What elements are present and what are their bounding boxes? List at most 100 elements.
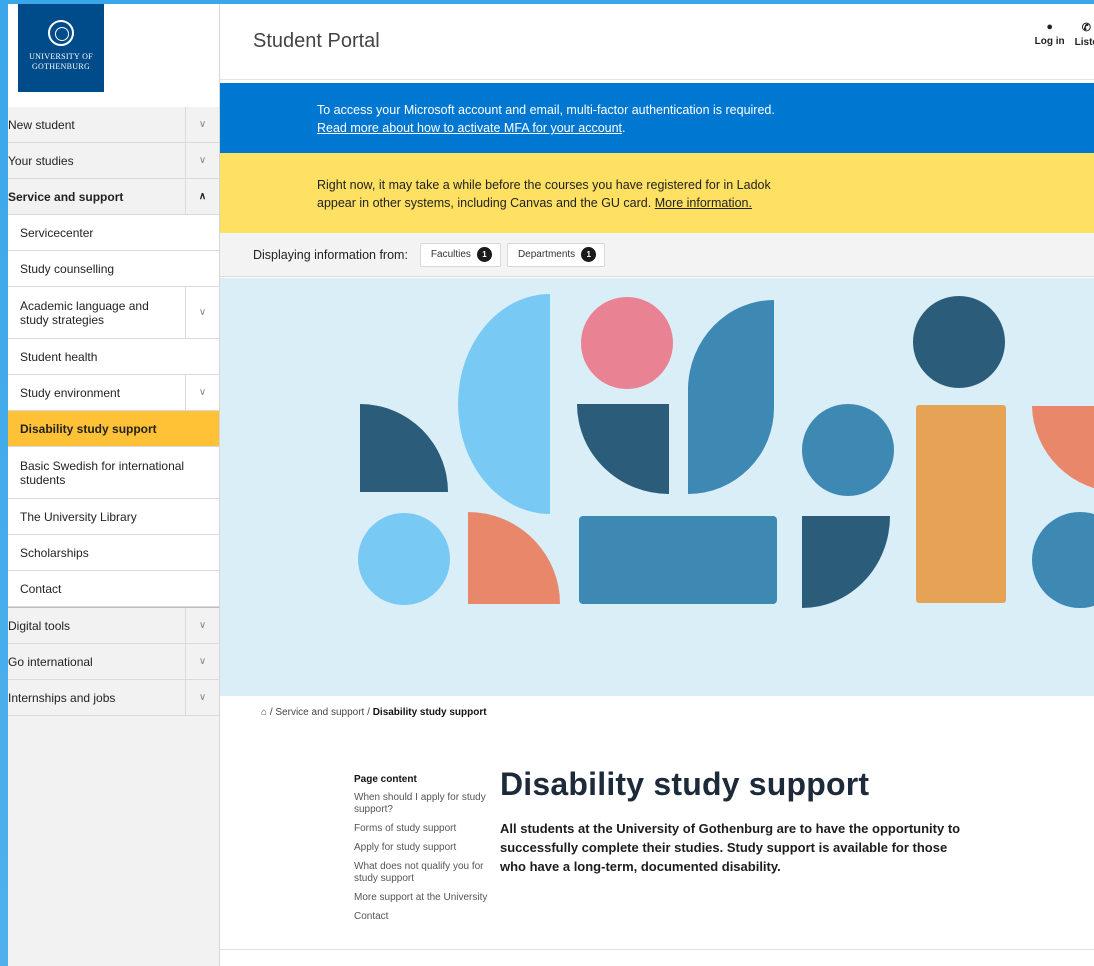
- breadcrumb: ⌂ / Service and support / Disability stu…: [261, 707, 487, 718]
- ladok-notice-banner: Right now, it may take a while before th…: [220, 153, 1094, 233]
- sidebar-item-servicecenter[interactable]: Servicecenter: [8, 215, 219, 251]
- filter-bar: Displaying information from: Faculties 1…: [220, 233, 1094, 277]
- circle-pink: [581, 297, 673, 389]
- quarter-circle-dark-2: [802, 516, 890, 608]
- breadcrumb-current: Disability study support: [372, 707, 487, 718]
- sidebar-item-label: Your studies: [8, 153, 74, 168]
- sidebar-item-service-and-support[interactable]: Service and support ∧: [8, 179, 219, 215]
- sidebar-item-label: Academic language and study strategies: [20, 298, 149, 327]
- half-circle-coral: [1032, 406, 1094, 488]
- sidebar-item-label: Service and support: [8, 189, 124, 204]
- chip-label: Departments: [517, 249, 576, 260]
- toc-link-does-not-qualify[interactable]: What does not qualify you for study supp…: [354, 861, 494, 885]
- sidebar-nav: UNIVERSITY OF GOTHENBURG New student ∨ Y…: [8, 4, 220, 966]
- toc-link-forms-of-support[interactable]: Forms of study support: [354, 823, 494, 835]
- sidebar-item-go-international[interactable]: Go international ∨: [8, 644, 219, 680]
- toc-link-when-to-apply[interactable]: When should I apply for study support?: [354, 792, 494, 816]
- sidebar-item-basic-swedish[interactable]: Basic Swedish for international students: [8, 447, 219, 499]
- sidebar-item-internships-and-jobs[interactable]: Internships and jobs ∨: [8, 680, 219, 716]
- sidebar-item-university-library[interactable]: The University Library: [8, 499, 219, 535]
- main-content: Student Portal ● Log in ✆ Liste To acces…: [220, 4, 1094, 966]
- quarter-circle-dark: [360, 404, 448, 492]
- chevron-down-icon[interactable]: ∨: [185, 608, 219, 643]
- breadcrumb-separator: /: [269, 707, 273, 718]
- sidebar-item-contact[interactable]: Contact: [8, 571, 219, 607]
- home-icon[interactable]: ⌂: [261, 707, 267, 718]
- listen-button[interactable]: ✆ Liste: [1075, 21, 1094, 48]
- circle-blue: [802, 404, 894, 496]
- sidebar-item-academic-language[interactable]: Academic language and study strategies ∨: [8, 287, 219, 339]
- chevron-down-icon[interactable]: ∨: [185, 644, 219, 679]
- sidebar-item-your-studies[interactable]: Your studies ∨: [8, 143, 219, 179]
- toc-title: Page content: [354, 774, 417, 785]
- filter-label: Displaying information from:: [253, 247, 408, 262]
- sidebar-item-study-environment[interactable]: Study environment ∨: [8, 375, 219, 411]
- chevron-down-icon[interactable]: ∨: [185, 143, 219, 178]
- chevron-down-icon[interactable]: ∨: [185, 680, 219, 715]
- toc-link-apply[interactable]: Apply for study support: [354, 842, 494, 854]
- chevron-down-icon[interactable]: ∨: [185, 107, 219, 142]
- mfa-banner: To access your Microsoft account and ema…: [220, 83, 1094, 153]
- wide-rect-blue: [579, 516, 777, 604]
- toc-link-more-support[interactable]: More support at the University: [354, 892, 494, 904]
- article-lead: All students at the University of Gothen…: [500, 821, 961, 874]
- half-circle-dark: [577, 404, 669, 494]
- chip-label: Faculties: [430, 249, 471, 260]
- sidebar-item-label: Study environment: [20, 385, 121, 400]
- logo-text-line1: UNIVERSITY OF: [29, 52, 93, 61]
- departments-filter-button[interactable]: Departments 1: [506, 242, 606, 267]
- listen-label: Liste: [1074, 37, 1094, 48]
- page-title: Disability study support: [500, 766, 870, 802]
- toc-link-contact[interactable]: Contact: [354, 911, 494, 923]
- sidebar-item-study-counselling[interactable]: Study counselling: [8, 251, 219, 287]
- login-button[interactable]: ● Log in: [1035, 21, 1065, 48]
- sidebar-item-new-student[interactable]: New student ∨: [8, 107, 219, 143]
- sidebar-item-label: Internships and jobs: [8, 690, 116, 705]
- sidebar-item-student-health[interactable]: Student health: [8, 339, 219, 375]
- breadcrumb-separator: /: [367, 707, 370, 718]
- leaf-shape-blue: [688, 300, 774, 494]
- login-label: Log in: [1034, 36, 1065, 47]
- quarter-circle-coral: [468, 512, 560, 604]
- sidebar-subitems: Servicecenter Study counselling Academic…: [8, 215, 219, 608]
- faculties-filter-button[interactable]: Faculties 1: [419, 242, 501, 267]
- sidebar-item-scholarships[interactable]: Scholarships: [8, 535, 219, 571]
- sidebar-item-label: Scholarships: [20, 545, 89, 560]
- sidebar-item-label: Servicecenter: [20, 225, 94, 240]
- logo-area: UNIVERSITY OF GOTHENBURG: [8, 4, 219, 107]
- ladok-banner-text-1: Right now, it may take a while before th…: [317, 178, 771, 192]
- more-information-link[interactable]: More information.: [655, 196, 752, 210]
- university-logo[interactable]: UNIVERSITY OF GOTHENBURG: [18, 4, 104, 92]
- sidebar-item-label: Student health: [20, 349, 98, 364]
- chevron-down-icon[interactable]: ∨: [185, 287, 219, 338]
- browser-page: UNIVERSITY OF GOTHENBURG New student ∨ Y…: [8, 4, 1094, 966]
- chevron-down-icon[interactable]: ∨: [185, 375, 219, 410]
- circle-light: [358, 513, 450, 605]
- mfa-banner-text: To access your Microsoft account and ema…: [317, 103, 775, 117]
- ear-icon: ✆: [1081, 22, 1091, 34]
- breadcrumb-service-and-support[interactable]: Service and support: [275, 707, 364, 718]
- sidebar-item-label: Go international: [8, 654, 93, 669]
- seal-icon: [48, 20, 74, 46]
- hero-illustration: [220, 278, 1094, 696]
- mfa-link[interactable]: Read more about how to activate MFA for …: [317, 121, 622, 135]
- sidebar-item-digital-tools[interactable]: Digital tools ∨: [8, 608, 219, 644]
- divider: [220, 949, 1094, 950]
- header-actions: ● Log in ✆ Liste: [1035, 21, 1094, 48]
- user-icon: ●: [1046, 21, 1053, 33]
- chip-count-badge: 1: [581, 247, 597, 262]
- sidebar-item-label: Digital tools: [8, 618, 71, 633]
- half-circle-light: [458, 294, 550, 514]
- circle-blue-2: [1032, 512, 1094, 608]
- ladok-banner-text-2: appear in other systems, including Canva…: [317, 196, 652, 210]
- sidebar-item-label: Study counselling: [20, 261, 115, 276]
- page-content-toc: Page content When should I apply for stu…: [354, 774, 494, 930]
- top-header: Student Portal ● Log in ✆ Liste: [220, 4, 1094, 80]
- sidebar-item-label: Disability study support: [20, 421, 157, 436]
- chevron-up-icon[interactable]: ∧: [185, 179, 219, 214]
- sidebar-item-disability-study-support[interactable]: Disability study support: [8, 411, 219, 447]
- portal-title: Student Portal: [253, 30, 380, 52]
- sidebar-item-label: The University Library: [20, 509, 137, 524]
- sidebar-item-label: Contact: [20, 581, 62, 596]
- sidebar-item-label: New student: [8, 117, 75, 132]
